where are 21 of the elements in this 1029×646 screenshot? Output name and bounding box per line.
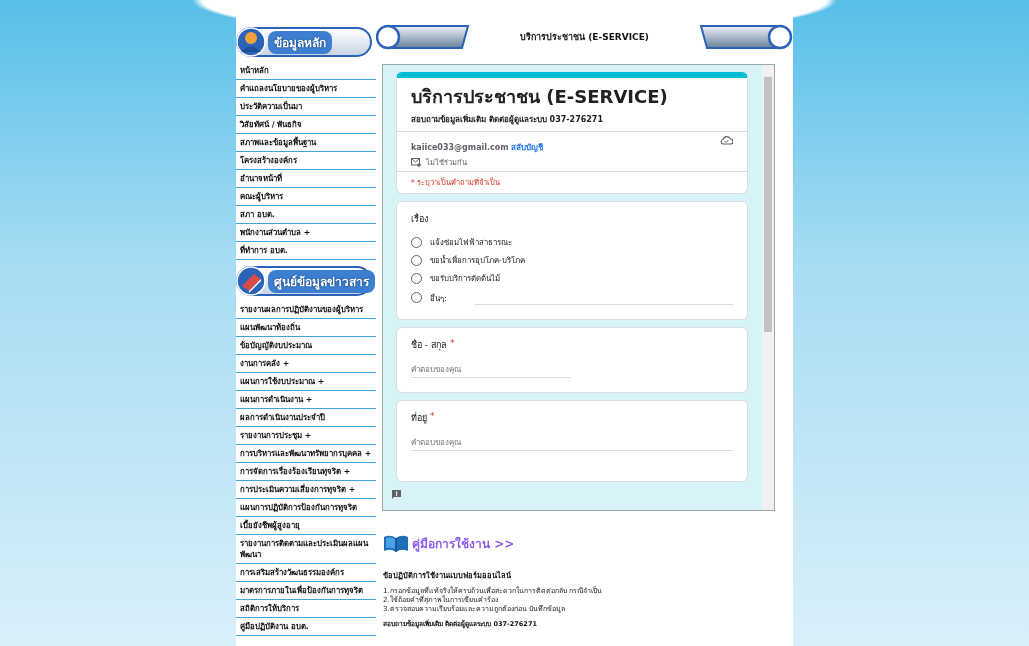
page-title: บริการประชาชน (E-SERVICE) <box>520 31 649 44</box>
question-title: ชื่อ - สกุล <box>411 338 447 352</box>
section-heading-text: ข้อมูลหลัก <box>268 30 332 54</box>
user-guide-link-text: คู่มือการใช้งาน >> <box>412 535 515 553</box>
account-email: kaiice033@gmail.com <box>411 143 510 152</box>
answer-field[interactable]: คำตอบของคุณ <box>411 362 571 378</box>
user-guide-link[interactable]: คู่มือการใช้งาน >> <box>383 533 793 553</box>
answer-field[interactable]: คำตอบของคุณ <box>411 435 733 451</box>
section-heading-text: ศูนย์ข้อมูลข่าวสาร <box>268 269 375 293</box>
form-description: สอบถามข้อมูลเพิ่มเติม ติดต่อผู้ดูแลระบบ 037-276271 <box>410 113 604 127</box>
book-icon <box>383 533 409 553</box>
scrollbar-thumb[interactable] <box>764 77 772 332</box>
required-mark: * <box>450 338 455 350</box>
question-title: เรื่อง <box>411 212 428 226</box>
mail-icon <box>411 157 421 167</box>
form-title: บริการประชาชน (E-SERVICE) <box>410 85 669 109</box>
feedback-icon <box>391 489 402 500</box>
question-title: ที่อยู่ <box>411 411 427 425</box>
cloud-icon <box>720 135 733 145</box>
required-mark: * <box>430 411 435 423</box>
switch-account-link[interactable]: สลับบัญชี <box>511 143 544 152</box>
